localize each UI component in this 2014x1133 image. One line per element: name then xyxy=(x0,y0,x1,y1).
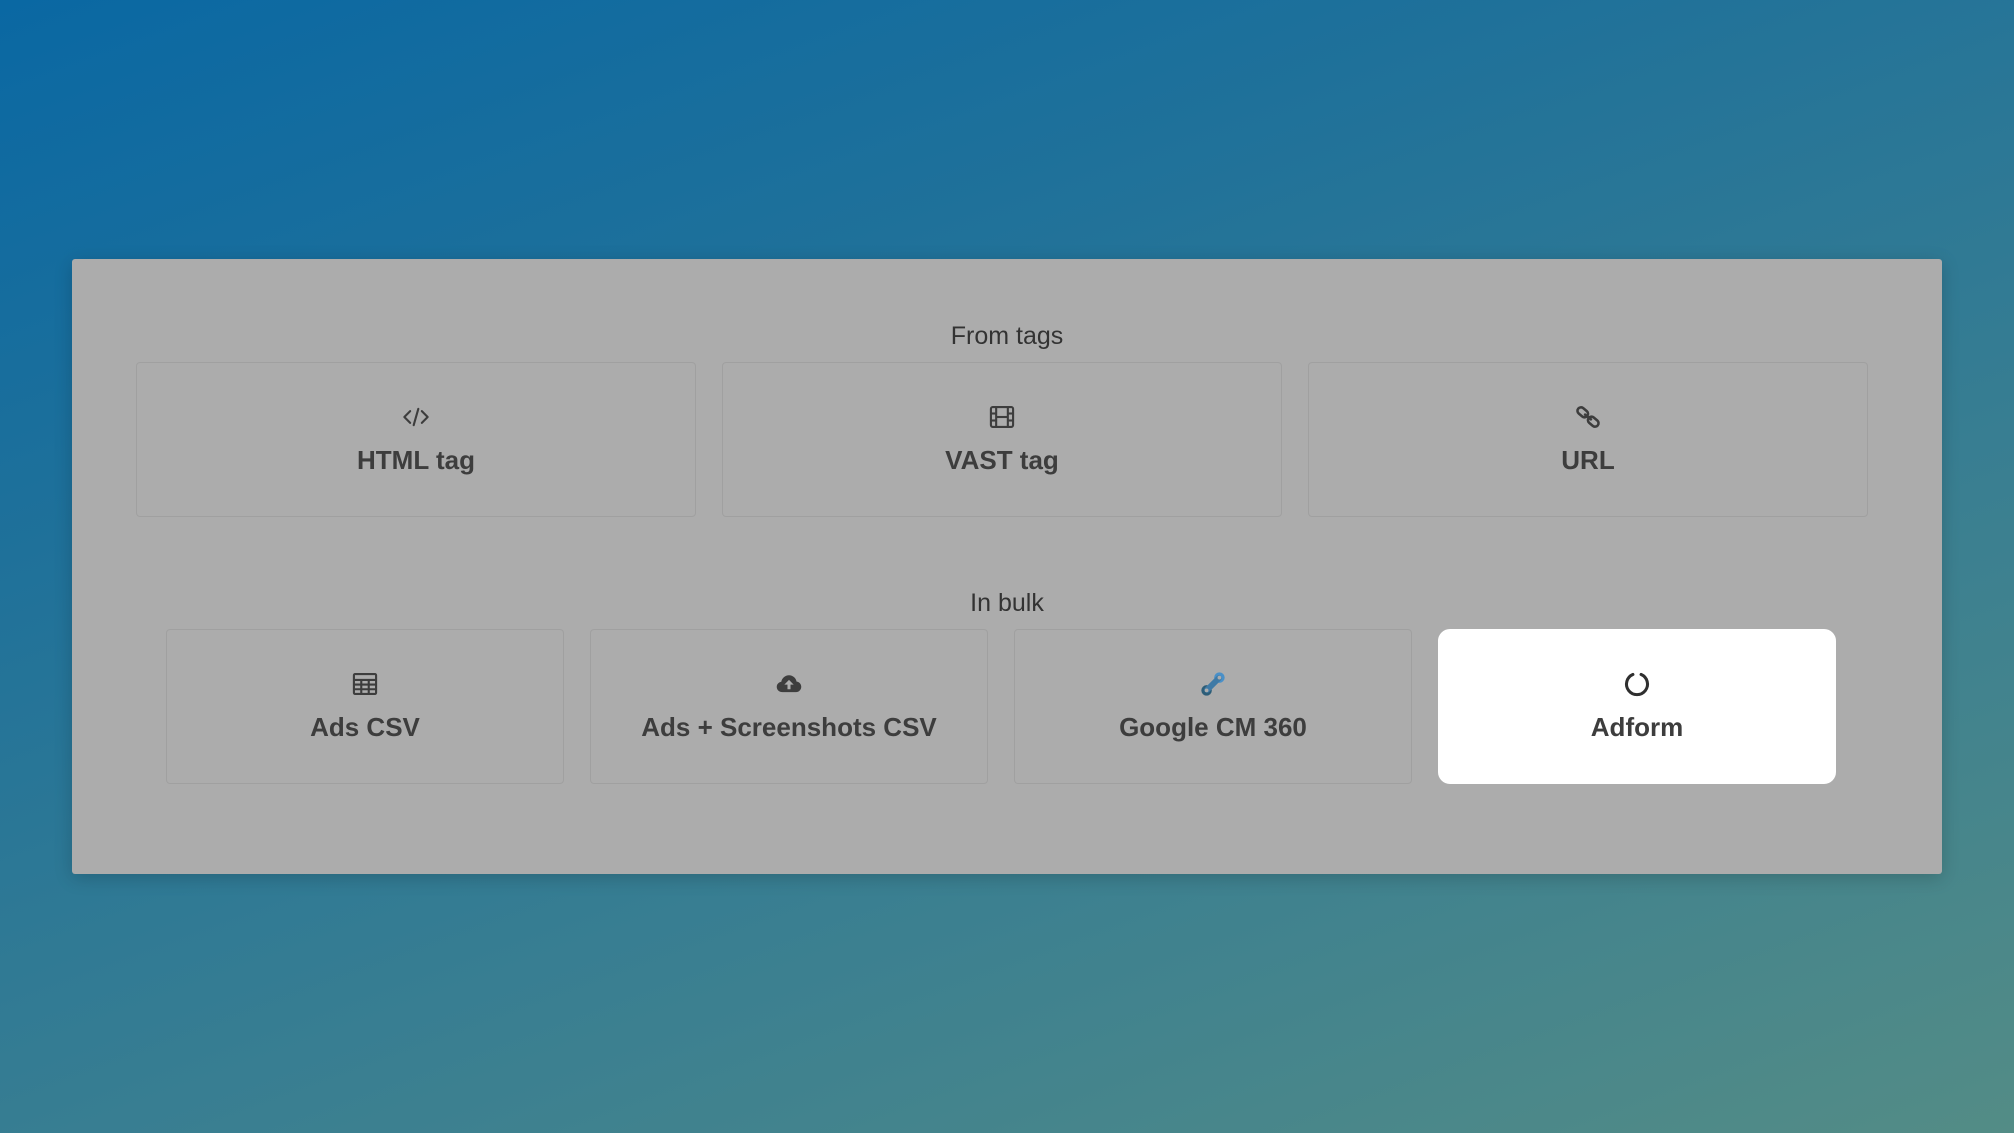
link-icon xyxy=(1574,403,1602,431)
from-tags-options: HTML tag VAST tag URL xyxy=(136,362,1868,517)
google-cm360-label: Google CM 360 xyxy=(1119,712,1307,742)
html-tag-option[interactable]: HTML tag xyxy=(136,362,696,517)
url-label: URL xyxy=(1561,445,1615,475)
ads-screenshots-csv-label: Ads + Screenshots CSV xyxy=(641,712,937,742)
section-title-from-tags: From tags xyxy=(950,322,1064,350)
in-bulk-options: Ads CSV Ads + Screenshots CSV Google CM … xyxy=(166,629,1836,784)
url-option[interactable]: URL xyxy=(1308,362,1868,517)
vast-tag-label: VAST tag xyxy=(945,445,1059,475)
ads-csv-label: Ads CSV xyxy=(310,712,420,742)
adform-option[interactable]: Adform xyxy=(1438,629,1836,784)
cloud-upload-icon xyxy=(775,670,803,698)
ads-csv-option[interactable]: Ads CSV xyxy=(166,629,564,784)
code-icon xyxy=(402,403,430,431)
section-title-in-bulk: In bulk xyxy=(970,589,1044,617)
html-tag-label: HTML tag xyxy=(357,445,475,475)
ads-screenshots-csv-option[interactable]: Ads + Screenshots CSV xyxy=(590,629,988,784)
adform-label: Adform xyxy=(1590,712,1684,742)
vast-tag-option[interactable]: VAST tag xyxy=(722,362,1282,517)
adform-icon xyxy=(1623,670,1651,698)
google-cm360-option[interactable]: Google CM 360 xyxy=(1014,629,1412,784)
table-icon xyxy=(351,670,379,698)
film-icon xyxy=(988,403,1016,431)
google-cm360-icon xyxy=(1199,670,1227,698)
import-options-panel: From tags HTML tag VAST tag URL In bulk … xyxy=(72,259,1942,874)
